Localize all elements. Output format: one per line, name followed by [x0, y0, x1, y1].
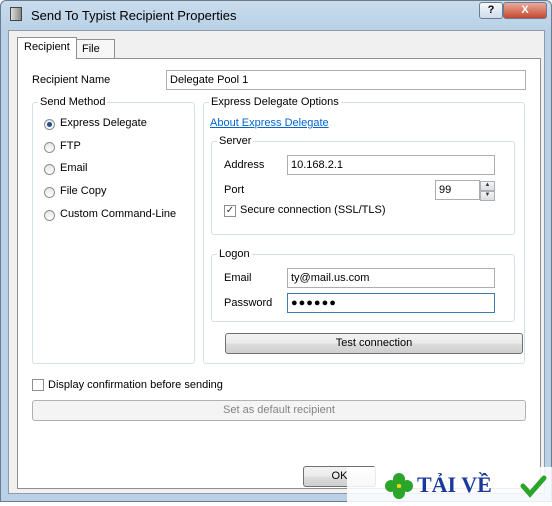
address-label: Address — [224, 159, 265, 171]
send-method-title: Send Method — [38, 96, 108, 109]
ssl-label: Secure connection (SSL/TLS) — [240, 204, 386, 216]
spin-up-icon[interactable]: ▲ — [480, 181, 495, 191]
radio-custom-command-line-label: Custom Command-Line — [60, 208, 177, 220]
title-bar[interactable]: Send To Typist Recipient Properties ? X — [1, 1, 551, 29]
express-delegate-group: Express Delegate Options About Express D… — [203, 96, 525, 364]
logon-group: Logon Email ty@mail.us.com Password ●●●●… — [211, 248, 515, 322]
radio-file-copy-label: File Copy — [60, 185, 107, 197]
server-title: Server — [217, 135, 254, 148]
help-button[interactable]: ? — [479, 2, 503, 19]
about-express-delegate-link[interactable]: About Express Delegate — [210, 117, 329, 129]
tab-file[interactable]: File — [75, 39, 115, 59]
port-stepper[interactable]: 99 ▲ ▼ — [435, 180, 495, 201]
port-label: Port — [224, 184, 245, 196]
set-default-recipient-button[interactable]: Set as default recipient — [32, 400, 526, 421]
password-label: Password — [224, 297, 273, 309]
port-spin-buttons[interactable]: ▲ ▼ — [480, 181, 495, 201]
radio-email-control[interactable] — [44, 164, 55, 175]
spin-down-icon[interactable]: ▼ — [480, 191, 495, 201]
radio-express-delegate-label: Express Delegate — [60, 117, 147, 129]
recipient-name-label: Recipient Name — [32, 74, 111, 86]
radio-ftp-control[interactable] — [44, 142, 55, 153]
server-group: Server Address 10.168.2.1 Port 99 ▲ ▼ ✓ … — [211, 135, 515, 235]
app-icon — [10, 7, 22, 21]
email-input[interactable]: ty@mail.us.com — [287, 268, 495, 288]
send-method-group: Send Method Express Delegate FTP Email F… — [32, 96, 195, 364]
radio-ftp-label: FTP — [60, 140, 81, 152]
close-button[interactable]: X — [503, 2, 547, 19]
recipient-name-input[interactable]: Delegate Pool 1 — [166, 70, 526, 90]
email-label: Email — [224, 272, 252, 284]
recipient-tab-panel: Recipient Name Delegate Pool 1 Send Meth… — [17, 58, 541, 489]
port-input[interactable]: 99 — [435, 180, 480, 200]
tab-recipient[interactable]: Recipient — [17, 37, 77, 59]
address-input[interactable]: 10.168.2.1 — [287, 155, 495, 175]
radio-file-copy-control[interactable] — [44, 187, 55, 198]
radio-custom-command-line-control[interactable] — [44, 210, 55, 221]
confirm-label: Display confirmation before sending — [48, 379, 223, 391]
password-input[interactable]: ●●●●●● — [287, 293, 495, 313]
test-connection-button[interactable]: Test connection — [225, 333, 523, 354]
express-delegate-title: Express Delegate Options — [209, 96, 341, 109]
window-title: Send To Typist Recipient Properties — [31, 8, 237, 23]
ssl-check-icon[interactable]: ✓ — [224, 205, 236, 217]
watermark-brand: TẢI VỀ — [417, 472, 492, 497]
dialog-client: Recipient File Recipient Name Delegate P… — [8, 30, 545, 494]
radio-express-delegate-control[interactable] — [44, 119, 55, 130]
taive-watermark-logo: TẢI VỀ — [347, 467, 552, 503]
logon-title: Logon — [217, 248, 252, 261]
dialog-window: Send To Typist Recipient Properties ? X … — [0, 0, 552, 503]
radio-email-label: Email — [60, 162, 88, 174]
confirm-check-icon[interactable] — [32, 379, 44, 391]
